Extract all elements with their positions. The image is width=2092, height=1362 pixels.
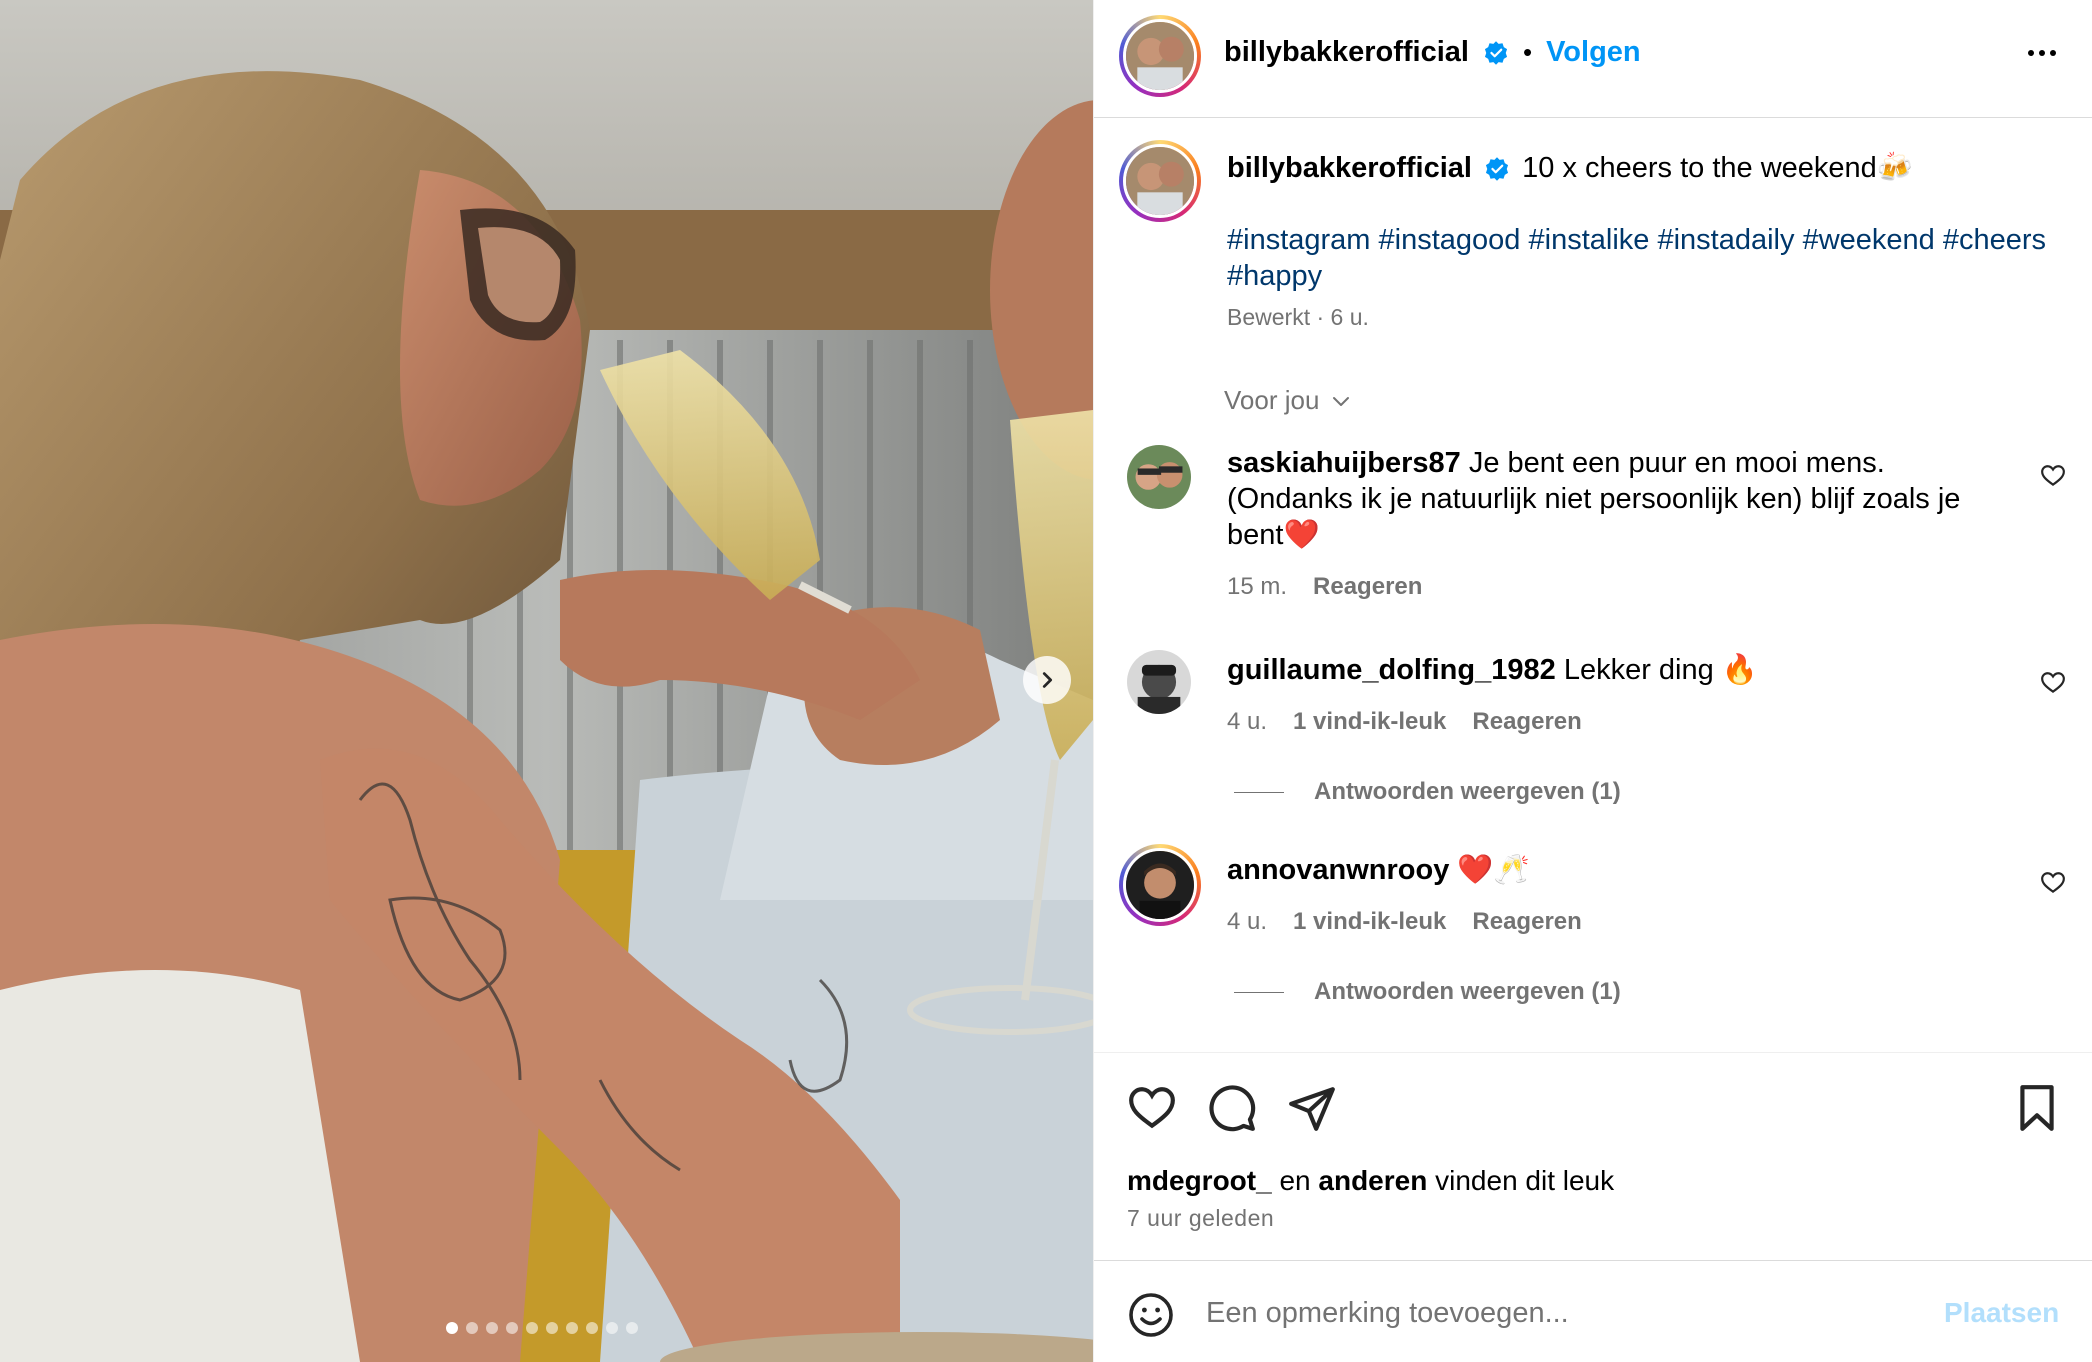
- post-comment-button[interactable]: Plaatsen: [1944, 1297, 2059, 1329]
- comment-icon[interactable]: [1207, 1083, 1257, 1133]
- carousel-dot: [546, 1322, 558, 1334]
- caption: billybakkerofficial 10 x cheers to the w…: [1227, 150, 2047, 331]
- comment-likes[interactable]: 1 vind-ik-leuk: [1293, 708, 1446, 736]
- commenter-username[interactable]: saskiahuijbers87: [1227, 447, 1461, 479]
- post-details-panel: billybakkerofficial • Volgen billybakker…: [1093, 0, 2092, 1362]
- carousel-dot: [506, 1322, 518, 1334]
- caption-time[interactable]: 6 u.: [1331, 304, 1369, 330]
- carousel-dot: [486, 1322, 498, 1334]
- more-options-button[interactable]: [2017, 38, 2067, 68]
- reply-button[interactable]: Reageren: [1313, 573, 1422, 601]
- post-actions: mdegroot_ en anderen vinden dit leuk 7 u…: [1094, 1052, 2092, 1252]
- reply-button[interactable]: Reageren: [1472, 908, 1581, 936]
- hashtag-link[interactable]: #weekend: [1803, 224, 1935, 256]
- reply-button[interactable]: Reageren: [1472, 708, 1581, 736]
- commenter-username[interactable]: annovanwnrooy: [1227, 854, 1449, 886]
- carousel-dot: [606, 1322, 618, 1334]
- carousel-indicator: [446, 1322, 638, 1334]
- likes-summary: mdegroot_ en anderen vinden dit leuk: [1127, 1165, 1615, 1196]
- post-header: billybakkerofficial • Volgen: [1094, 0, 2092, 118]
- comment-text: ❤️🥂: [1457, 854, 1530, 886]
- caption-avatar-image: [1126, 147, 1194, 215]
- author-username[interactable]: billybakkerofficial: [1224, 36, 1469, 69]
- caption-hashtags: #instagram #instagood #instalike #instad…: [1227, 222, 2047, 294]
- hashtag-link[interactable]: #instalike: [1529, 224, 1650, 256]
- heart-icon[interactable]: [2040, 670, 2066, 696]
- commenter-avatar[interactable]: [1119, 844, 1201, 926]
- carousel-dot: [586, 1322, 598, 1334]
- author-avatar-image: [1126, 22, 1194, 90]
- comment-sort-dropdown[interactable]: Voor jou: [1224, 385, 1353, 416]
- share-icon[interactable]: [1287, 1083, 1337, 1133]
- comment-time[interactable]: 15 m.: [1227, 573, 1287, 601]
- commenter-avatar[interactable]: [1127, 650, 1191, 714]
- hashtag-link[interactable]: #cheers: [1943, 224, 2046, 256]
- caption-meta: Bewerkt · 6 u.: [1227, 304, 1369, 330]
- hashtag-link[interactable]: #instadaily: [1657, 224, 1794, 256]
- comment-time[interactable]: 4 u.: [1227, 708, 1267, 736]
- heart-icon[interactable]: [1127, 1083, 1177, 1133]
- post-media[interactable]: [0, 0, 1093, 1362]
- likes-others-link[interactable]: anderen: [1318, 1165, 1427, 1196]
- comment-meta: 4 u. 1 vind-ik-leuk Reageren: [1227, 708, 1582, 736]
- carousel-dot: [466, 1322, 478, 1334]
- carousel-dot: [446, 1322, 458, 1334]
- hashtag-link[interactable]: #instagram: [1227, 224, 1370, 256]
- commenter-username[interactable]: guillaume_dolfing_1982: [1227, 654, 1556, 686]
- liker-username[interactable]: mdegroot_: [1127, 1165, 1272, 1196]
- carousel-dot: [626, 1322, 638, 1334]
- heart-icon[interactable]: [2040, 870, 2066, 896]
- hashtag-link[interactable]: #instagood: [1379, 224, 1521, 256]
- post-photo: [0, 0, 1093, 1362]
- view-replies-button[interactable]: Antwoorden weergeven (1): [1234, 778, 1621, 806]
- comment-meta: 15 m. Reageren: [1227, 573, 1422, 601]
- heart-icon[interactable]: [2040, 463, 2066, 489]
- carousel-dot: [566, 1322, 578, 1334]
- chevron-right-icon: [1042, 672, 1053, 688]
- sort-label: Voor jou: [1224, 385, 1320, 415]
- caption-author-avatar[interactable]: [1119, 140, 1201, 222]
- carousel-next-button[interactable]: [1023, 656, 1071, 704]
- view-replies-button[interactable]: Antwoorden weergeven (1): [1234, 978, 1621, 1006]
- author-avatar[interactable]: [1119, 15, 1201, 97]
- caption-text: 10 x cheers to the weekend🍻: [1522, 152, 1913, 184]
- commenter-avatar[interactable]: [1127, 445, 1191, 509]
- chevron-down-icon: [1333, 396, 1350, 406]
- edited-label: Bewerkt: [1227, 304, 1311, 330]
- comment-likes[interactable]: 1 vind-ik-leuk: [1293, 908, 1446, 936]
- emoji-icon[interactable]: [1127, 1291, 1175, 1339]
- header-separator: •: [1523, 37, 1533, 67]
- carousel-dot: [526, 1322, 538, 1334]
- comment-meta: 4 u. 1 vind-ik-leuk Reageren: [1227, 908, 1582, 936]
- comment-time[interactable]: 4 u.: [1227, 908, 1267, 936]
- bookmark-icon[interactable]: [2012, 1083, 2062, 1133]
- comment-text: Lekker ding 🔥: [1563, 654, 1758, 686]
- verified-icon: [1486, 157, 1509, 182]
- comment-composer: Plaatsen: [1094, 1260, 2092, 1362]
- more-icon: [2028, 50, 2034, 56]
- post-timestamp[interactable]: 7 uur geleden: [1127, 1205, 1274, 1232]
- comment-input[interactable]: [1206, 1287, 1906, 1339]
- verified-icon: [1484, 40, 1508, 65]
- follow-button[interactable]: Volgen: [1546, 36, 1641, 69]
- hashtag-link[interactable]: #happy: [1227, 260, 1322, 292]
- caption-username[interactable]: billybakkerofficial: [1227, 152, 1472, 184]
